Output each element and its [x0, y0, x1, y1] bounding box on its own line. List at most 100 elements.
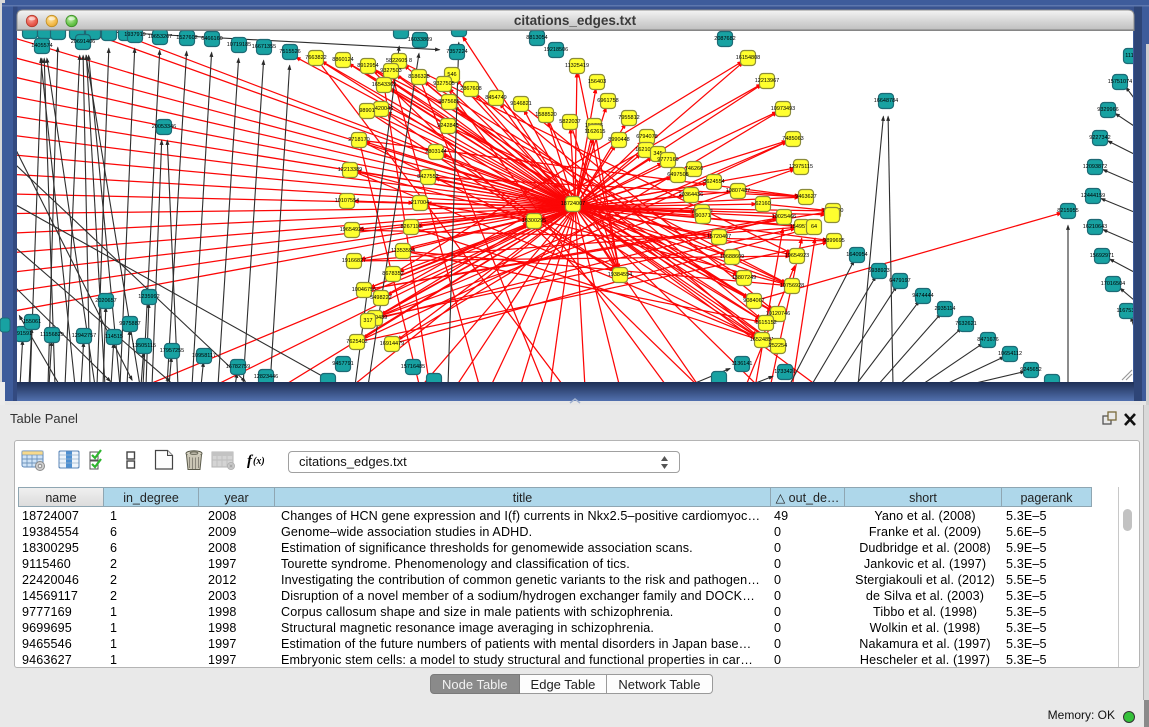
svg-text:7632621: 7632621: [955, 321, 976, 327]
svg-text:10046756: 10046756: [352, 287, 376, 293]
svg-text:9084067: 9084067: [743, 298, 764, 304]
svg-text:3875685: 3875685: [438, 99, 459, 105]
svg-text:19654923: 19654923: [785, 253, 809, 259]
svg-text:16543362: 16543362: [372, 82, 396, 88]
svg-text:1235992: 1235992: [138, 294, 159, 300]
svg-text:15716485: 15716485: [401, 364, 425, 370]
svg-text:citations_edges.txt: citations_edges.txt: [514, 13, 637, 28]
svg-text:317: 317: [363, 318, 372, 324]
svg-text:155061: 155061: [23, 319, 41, 325]
svg-text:5498222: 5498222: [370, 295, 391, 301]
svg-text:8454749: 8454749: [485, 95, 506, 101]
svg-text:9457791: 9457791: [332, 361, 353, 367]
svg-text:10653267: 10653267: [148, 34, 172, 40]
svg-text:16033809: 16033809: [408, 37, 432, 43]
svg-text:2718170: 2718170: [348, 137, 369, 143]
svg-text:9329966: 9329966: [1097, 107, 1118, 113]
svg-text:7625402: 7625402: [346, 339, 367, 345]
svg-text:6479197: 6479197: [889, 278, 910, 284]
svg-text:16671355: 16671355: [252, 44, 276, 50]
svg-text:20364436: 20364436: [679, 192, 703, 198]
svg-text:7357224: 7357224: [446, 49, 467, 55]
svg-text:8678352: 8678352: [382, 271, 403, 277]
svg-text:10756928: 10756928: [780, 283, 804, 289]
svg-text:20053346: 20053346: [152, 124, 176, 130]
svg-text:9327503: 9327503: [380, 68, 401, 74]
svg-text:13505115: 13505115: [132, 343, 156, 349]
svg-text:1937919: 1937919: [124, 32, 145, 38]
svg-text:18300295: 18300295: [522, 218, 546, 224]
svg-text:19218506: 19218506: [544, 47, 568, 53]
svg-text:10973493: 10973493: [771, 106, 795, 112]
svg-text:17957255: 17957255: [160, 348, 184, 354]
svg-text:64: 64: [811, 224, 817, 230]
svg-text:5938923: 5938923: [868, 268, 889, 274]
svg-text:7515526: 7515526: [279, 49, 300, 55]
svg-text:252254: 252254: [769, 343, 787, 349]
svg-text:98901: 98901: [359, 108, 374, 114]
svg-text:12942757: 12942757: [72, 333, 96, 339]
svg-text:6794078: 6794078: [636, 134, 657, 140]
svg-text:16648784: 16648784: [874, 98, 898, 104]
svg-text:12213389: 12213389: [338, 167, 362, 173]
svg-text:1162615: 1162615: [584, 129, 605, 135]
svg-text:2867608: 2867608: [460, 86, 481, 92]
svg-text:8267110: 8267110: [400, 224, 421, 230]
svg-text:6497508: 6497508: [667, 172, 688, 178]
svg-text:62160: 62160: [755, 201, 770, 207]
svg-text:20691406: 20691406: [71, 39, 95, 45]
svg-text:1640954: 1640954: [846, 252, 867, 258]
svg-text:12444159: 12444159: [1081, 193, 1105, 199]
svg-text:10807487: 10807487: [726, 188, 750, 194]
svg-text:19166827: 19166827: [342, 258, 366, 264]
svg-text:19384554: 19384554: [608, 272, 632, 278]
svg-text:8990448: 8990448: [608, 137, 629, 143]
svg-text:6961758: 6961758: [597, 98, 618, 104]
svg-text:8471676: 8471676: [977, 337, 998, 343]
svg-text:1615152: 1615152: [755, 320, 776, 326]
svg-text:12975115: 12975115: [789, 164, 813, 170]
svg-text:9146821: 9146821: [510, 101, 531, 107]
svg-text:2935114: 2935114: [934, 306, 955, 312]
svg-text:15751074: 15751074: [1108, 79, 1132, 85]
svg-text:5822037: 5822037: [559, 119, 580, 125]
svg-text:9975887: 9975887: [119, 321, 140, 327]
svg-text:12213967: 12213967: [755, 78, 779, 84]
svg-text:11156829: 11156829: [40, 332, 64, 338]
svg-text:8186328: 8186328: [408, 74, 429, 80]
svg-text:1405574: 1405574: [31, 43, 52, 49]
svg-text:217004: 217004: [411, 200, 429, 206]
svg-text:9245652: 9245652: [1020, 367, 1041, 373]
svg-text:18807249: 18807249: [732, 275, 756, 281]
svg-text:9242845: 9242845: [437, 123, 458, 129]
svg-text:16154808: 16154808: [736, 55, 760, 61]
svg-text:1733426: 1733426: [774, 369, 795, 375]
svg-text:156403: 156403: [588, 79, 606, 85]
svg-text:16914479: 16914479: [380, 341, 404, 347]
svg-text:7485063: 7485063: [782, 136, 803, 142]
svg-text:6466160: 6466160: [201, 36, 222, 42]
svg-text:12093872: 12093872: [1083, 164, 1107, 170]
svg-text:(x): (x): [253, 456, 265, 467]
svg-text:8860124: 8860124: [332, 57, 353, 63]
svg-text:114515: 114515: [105, 334, 123, 340]
svg-text:8215955: 8215955: [1057, 208, 1078, 214]
svg-text:2087682: 2087682: [714, 36, 735, 42]
svg-text:19654925: 19654925: [340, 227, 364, 233]
svg-text:16210643: 16210643: [1083, 224, 1107, 230]
svg-text:9227342: 9227342: [1089, 135, 1110, 141]
svg-text:9327505: 9327505: [433, 81, 454, 87]
svg-text:1588520: 1588520: [535, 112, 556, 118]
svg-text:15692971: 15692971: [1090, 253, 1114, 259]
svg-text:1136141: 1136141: [731, 361, 752, 367]
svg-text:10654112: 10654112: [998, 351, 1022, 357]
svg-text:7955812: 7955812: [618, 115, 639, 121]
svg-text:2020657: 2020657: [95, 298, 116, 304]
svg-text:9463627: 9463627: [795, 194, 816, 200]
svg-text:15720407: 15720407: [707, 234, 731, 240]
svg-text:17016504: 17016504: [1101, 281, 1125, 287]
svg-text:11325419: 11325419: [565, 63, 589, 69]
svg-text:9474444: 9474444: [912, 293, 933, 299]
svg-text:12823446: 12823446: [254, 374, 278, 380]
svg-text:8427552: 8427552: [417, 174, 438, 180]
